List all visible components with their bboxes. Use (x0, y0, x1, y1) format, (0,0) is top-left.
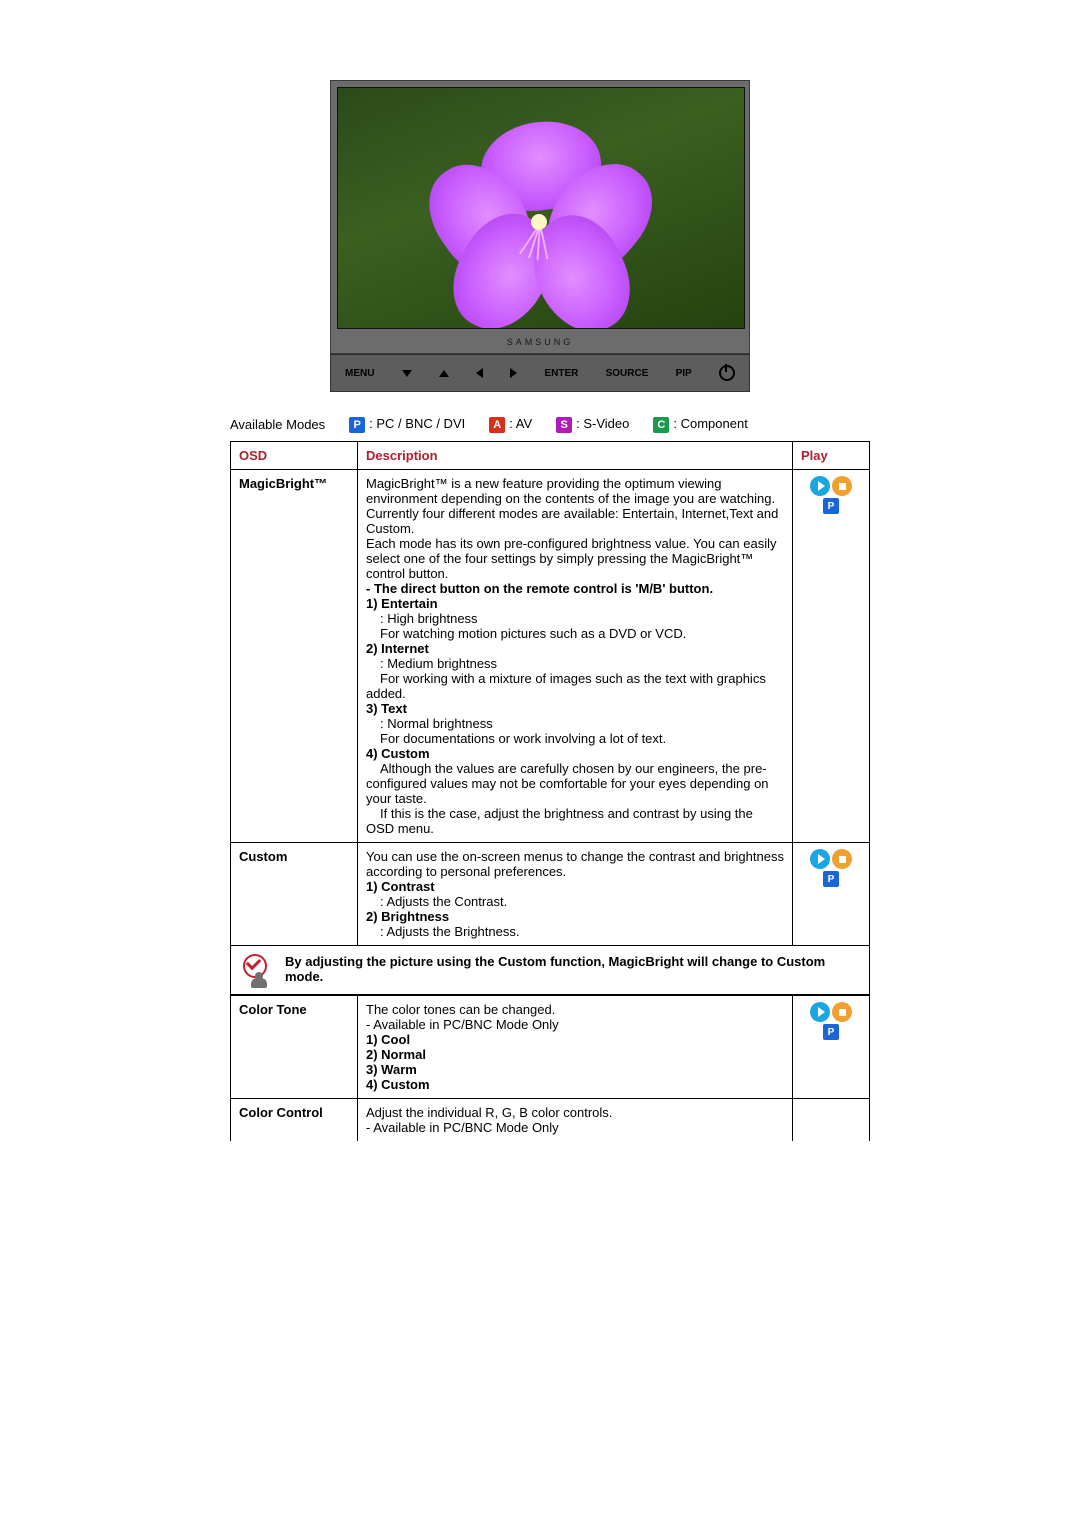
colortone-play: P (793, 996, 870, 1099)
monitor-brand: SAMSUNG (337, 329, 743, 351)
colortone-warm: 3) Warm (366, 1062, 417, 1077)
mb-internet-l2: For working with a mixture of images suc… (366, 671, 766, 701)
row-colortone: Color Tone The color tones can be change… (231, 996, 870, 1099)
monitor-controls: MENU ENTER SOURCE PIP (330, 354, 750, 392)
mb-entertain-l1: : High brightness (380, 611, 478, 626)
power-icon[interactable] (719, 365, 735, 381)
source-button[interactable]: SOURCE (606, 368, 649, 379)
magicbright-desc: MagicBright™ is a new feature providing … (358, 470, 793, 843)
row-custom: Custom You can use the on-screen menus t… (231, 843, 870, 946)
mb-direct: - The direct button on the remote contro… (366, 581, 713, 596)
colorcontrol-title: Color Control (231, 1099, 358, 1142)
row-magicbright: MagicBright™ MagicBright™ is a new featu… (231, 470, 870, 843)
stop-icon[interactable] (832, 849, 852, 869)
note-box: By adjusting the picture using the Custo… (230, 946, 870, 995)
left-icon[interactable] (476, 368, 483, 378)
mb-internet-title: 2) Internet (366, 641, 429, 656)
mb-entertain-title: 1) Entertain (366, 596, 438, 611)
mb-intro3: Each mode has its own pre-configured bri… (366, 536, 776, 581)
mb-intro1: MagicBright™ is a new feature providing … (366, 476, 775, 506)
available-modes-label: Available Modes (230, 417, 325, 432)
play-icon[interactable] (810, 849, 830, 869)
stop-icon[interactable] (832, 1002, 852, 1022)
badge-p-icon: P (823, 1024, 839, 1040)
custom-contrast-title: 1) Contrast (366, 879, 435, 894)
custom-intro: You can use the on-screen menus to chang… (366, 849, 784, 879)
enter-button[interactable]: ENTER (544, 368, 578, 379)
up-icon[interactable] (439, 370, 449, 377)
custom-play: P (793, 843, 870, 946)
custom-desc: You can use the on-screen menus to chang… (358, 843, 793, 946)
header-description: Description (358, 442, 793, 470)
badge-p-icon: P (349, 417, 365, 433)
colortone-desc: The color tones can be changed. - Availa… (358, 996, 793, 1099)
mode-av: A : AV (489, 416, 532, 433)
row-colorcontrol: Color Control Adjust the individual R, G… (231, 1099, 870, 1142)
monitor-mockup: SAMSUNG MENU ENTER SOURCE PIP (330, 80, 750, 392)
tip-icon (241, 954, 273, 986)
colorcontrol-play (793, 1099, 870, 1142)
badge-p-icon: P (823, 498, 839, 514)
right-icon[interactable] (510, 368, 517, 378)
play-icon[interactable] (810, 1002, 830, 1022)
play-icon[interactable] (810, 476, 830, 496)
mode-pc: P : PC / BNC / DVI (349, 416, 465, 433)
mode-component-text: : Component (673, 416, 747, 431)
mode-svideo-text: : S-Video (576, 416, 629, 431)
custom-brightness-desc: : Adjusts the Brightness. (380, 924, 519, 939)
colortone-custom: 4) Custom (366, 1077, 430, 1092)
colorcontrol-desc: Adjust the individual R, G, B color cont… (358, 1099, 793, 1142)
magicbright-title: MagicBright™ (231, 470, 358, 843)
note-text: By adjusting the picture using the Custo… (285, 954, 859, 984)
mb-entertain-l2: For watching motion pictures such as a D… (380, 626, 686, 641)
pip-button[interactable]: PIP (676, 368, 692, 379)
table-header-row: OSD Description Play (231, 442, 870, 470)
mb-custom-l2: If this is the case, adjust the brightne… (366, 806, 753, 836)
badge-c-icon: C (653, 417, 669, 433)
mb-custom-l1: Although the values are carefully chosen… (366, 761, 769, 806)
monitor-bezel: SAMSUNG (330, 80, 750, 354)
mb-text-title: 3) Text (366, 701, 407, 716)
header-play: Play (793, 442, 870, 470)
monitor-screen (337, 87, 745, 329)
mode-av-text: : AV (509, 416, 532, 431)
custom-contrast-desc: : Adjusts the Contrast. (380, 894, 507, 909)
badge-a-icon: A (489, 417, 505, 433)
mode-svideo: S : S-Video (556, 416, 629, 433)
page-root: SAMSUNG MENU ENTER SOURCE PIP Available … (130, 0, 950, 1201)
colorcontrol-avail: - Available in PC/BNC Mode Only (366, 1120, 559, 1135)
colortone-normal: 2) Normal (366, 1047, 426, 1062)
colortone-cool: 1) Cool (366, 1032, 410, 1047)
magicbright-play: P (793, 470, 870, 843)
colorcontrol-intro: Adjust the individual R, G, B color cont… (366, 1105, 612, 1120)
header-osd: OSD (231, 442, 358, 470)
colortone-avail: - Available in PC/BNC Mode Only (366, 1017, 559, 1032)
badge-p-icon: P (823, 871, 839, 887)
mb-text-l1: : Normal brightness (380, 716, 493, 731)
mode-component: C : Component (653, 416, 747, 433)
mb-intro2: Currently four different modes are avail… (366, 506, 778, 536)
down-icon[interactable] (402, 370, 412, 377)
mb-text-l2: For documentations or work involving a l… (380, 731, 666, 746)
mb-custom-title: 4) Custom (366, 746, 430, 761)
custom-brightness-title: 2) Brightness (366, 909, 449, 924)
custom-title: Custom (231, 843, 358, 946)
menu-button[interactable]: MENU (345, 368, 374, 379)
osd-table-2: Color Tone The color tones can be change… (230, 995, 870, 1141)
colortone-intro: The color tones can be changed. (366, 1002, 555, 1017)
osd-table: OSD Description Play MagicBright™ MagicB… (230, 441, 870, 946)
flower-illustration (431, 130, 651, 310)
mode-pc-text: : PC / BNC / DVI (369, 416, 465, 431)
available-modes-row: Available Modes P: PC / BNC / DVI A: AV … (230, 416, 950, 433)
badge-s-icon: S (556, 417, 572, 433)
stop-icon[interactable] (832, 476, 852, 496)
colortone-title: Color Tone (231, 996, 358, 1099)
mb-internet-l1: : Medium brightness (380, 656, 497, 671)
